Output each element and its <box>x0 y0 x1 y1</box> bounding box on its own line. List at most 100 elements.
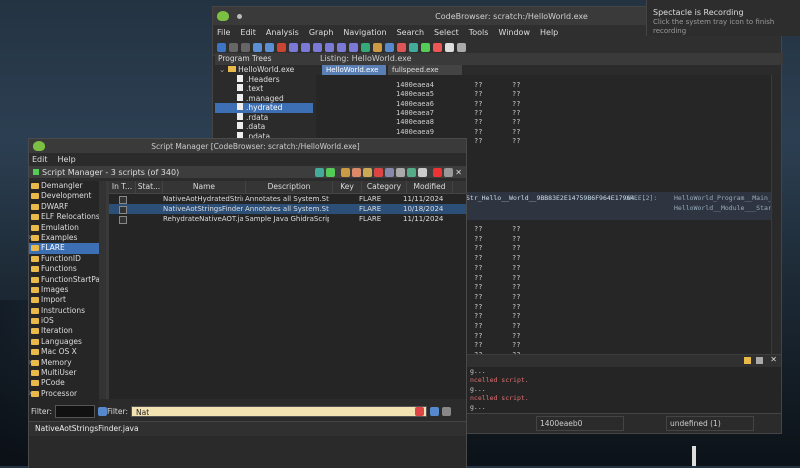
listing-row[interactable]: 1400eaea6???? <box>396 100 550 109</box>
listing-row[interactable]: ???? <box>474 235 550 244</box>
edit-script-icon[interactable] <box>341 167 351 177</box>
listing-row[interactable]: ???? <box>474 312 550 321</box>
checkmark-icon[interactable] <box>397 42 406 52</box>
nav-undefined-icon[interactable] <box>313 42 322 52</box>
column-header[interactable]: Description <box>246 181 333 193</box>
category-item[interactable]: >Examples <box>29 233 99 243</box>
plus-icon[interactable] <box>445 42 454 52</box>
category-item[interactable]: Import <box>29 295 99 305</box>
category-item[interactable]: MultiUser <box>29 368 99 378</box>
listing-row[interactable]: ???? <box>474 341 550 350</box>
bytes-icon[interactable] <box>385 42 394 52</box>
tree-root[interactable]: ⌄ HelloWorld.exe <box>215 65 313 75</box>
menu-navigation[interactable]: Navigation <box>343 28 386 37</box>
close-icon[interactable]: ✕ <box>770 355 777 364</box>
tree-item[interactable]: .rdata <box>215 112 313 123</box>
category-item[interactable]: ELF Relocations <box>29 212 99 222</box>
tab-fullspeed[interactable]: fullspeed.exe <box>388 65 462 75</box>
menu-file[interactable]: File <box>217 28 230 37</box>
script-manager-titlebar[interactable]: Script Manager [CodeBrowser: scratch:/He… <box>29 139 466 153</box>
redo-icon[interactable] <box>241 42 250 52</box>
nav-instruction-icon[interactable] <box>289 42 298 52</box>
rename-script-icon[interactable] <box>385 167 395 177</box>
in-toolbar-checkbox[interactable] <box>119 196 127 204</box>
close-icon[interactable]: ✕ <box>455 168 462 177</box>
tree-item[interactable]: .hydrated <box>215 103 313 113</box>
category-item[interactable]: Iteration <box>29 326 99 336</box>
listing-row[interactable]: 1400eaea9???? <box>396 128 550 137</box>
assign-key-icon[interactable] <box>363 167 373 177</box>
menu-select[interactable]: Select <box>434 28 459 37</box>
listing-row[interactable]: ???? <box>474 332 550 341</box>
menu-edit[interactable]: Edit <box>240 28 256 37</box>
xref-target[interactable]: HelloWorld__Module___Startu <box>674 204 780 212</box>
category-item[interactable]: Emulation <box>29 223 99 233</box>
bookmark-icon[interactable] <box>277 42 286 52</box>
menu-tools[interactable]: Tools <box>469 28 489 37</box>
help-icon[interactable] <box>457 42 466 52</box>
nav-function-icon[interactable] <box>337 42 346 52</box>
tree-item[interactable]: .Headers <box>215 74 313 85</box>
listing-row[interactable]: ???? <box>474 274 550 283</box>
stop-icon[interactable] <box>433 42 442 52</box>
script-filter-input[interactable]: Nat <box>130 406 427 417</box>
undo-icon[interactable] <box>229 42 238 52</box>
lock-icon[interactable] <box>744 357 751 364</box>
listing-row[interactable]: ???? <box>474 322 550 331</box>
tab-helloworld[interactable]: HelloWorld.exe <box>322 65 386 75</box>
menu-edit[interactable]: Edit <box>32 155 48 164</box>
tree-item[interactable]: .managed <box>215 93 313 104</box>
delete-script-icon[interactable] <box>374 167 384 177</box>
menu-search[interactable]: Search <box>397 28 424 37</box>
table-row[interactable]: RehydrateNativeAOT.javaSample Java Ghidr… <box>109 214 466 224</box>
recording-notification[interactable]: Spectacle is Recording Click the system … <box>646 0 800 36</box>
column-header[interactable]: In T... <box>109 181 136 193</box>
category-item[interactable]: Mac OS X <box>29 347 99 357</box>
in-toolbar-checkbox[interactable] <box>119 216 127 224</box>
category-item[interactable]: DWARF <box>29 202 99 212</box>
category-item[interactable]: Functions <box>29 264 99 274</box>
category-item[interactable]: Instructions <box>29 306 99 316</box>
back-icon[interactable] <box>253 42 262 52</box>
listing-row[interactable]: 1400eaea7???? <box>396 109 550 118</box>
column-header[interactable]: Key <box>333 181 362 193</box>
table-row[interactable]: NativeAotHydratedString...Annotates all … <box>109 194 466 204</box>
menu-help[interactable]: Help <box>58 155 76 164</box>
listing-row[interactable]: ???? <box>474 244 550 253</box>
menu-window[interactable]: Window <box>498 28 530 37</box>
column-filter-icon[interactable] <box>441 407 451 416</box>
listing-row[interactable]: ???? <box>474 225 550 234</box>
category-item[interactable]: >Memory <box>29 358 99 368</box>
category-item[interactable]: FunctionID <box>29 254 99 264</box>
string-listing-row[interactable]: Str_Hello__World__9BB83E2E14759B6F964E17… <box>466 192 780 220</box>
listing-row[interactable]: 1400eaea5???? <box>396 90 550 99</box>
category-item[interactable]: Development <box>29 191 99 201</box>
column-header[interactable]: Stat... <box>136 181 163 193</box>
category-item[interactable]: iOS <box>29 316 99 326</box>
listing-row[interactable]: 1400eaea4???? <box>396 81 550 90</box>
category-item[interactable]: >Processor <box>29 389 99 399</box>
forward-icon[interactable] <box>265 42 274 52</box>
category-filter-input[interactable] <box>54 405 95 418</box>
nav-label-icon[interactable] <box>325 42 334 52</box>
in-toolbar-checkbox[interactable] <box>119 206 127 214</box>
clear-filter-icon[interactable] <box>414 407 424 416</box>
listing-row[interactable]: 1400eaea8???? <box>396 118 550 127</box>
debug-icon[interactable] <box>421 42 430 52</box>
category-scrollbar[interactable] <box>99 181 106 399</box>
run-last-script-icon[interactable] <box>326 167 336 177</box>
column-header[interactable]: Category <box>362 181 407 193</box>
run-script-icon[interactable] <box>409 42 418 52</box>
category-tree[interactable]: Demangler Development DWARF ELF Relocations… <box>29 181 99 441</box>
column-header[interactable]: Name <box>163 181 246 193</box>
menu-help[interactable]: Help <box>540 28 558 37</box>
category-item[interactable]: PCode <box>29 378 99 388</box>
tree-item[interactable]: .data <box>215 122 313 132</box>
xref-target[interactable]: HelloWorld_Program__Main_ <box>674 194 772 202</box>
nav-bookmark-icon[interactable] <box>349 42 358 52</box>
menu-graph[interactable]: Graph <box>309 28 334 37</box>
filter-options-icon[interactable] <box>97 407 107 416</box>
add-icon[interactable] <box>433 167 443 177</box>
save-icon[interactable] <box>217 42 226 52</box>
listing-row[interactable]: ???? <box>474 254 550 263</box>
